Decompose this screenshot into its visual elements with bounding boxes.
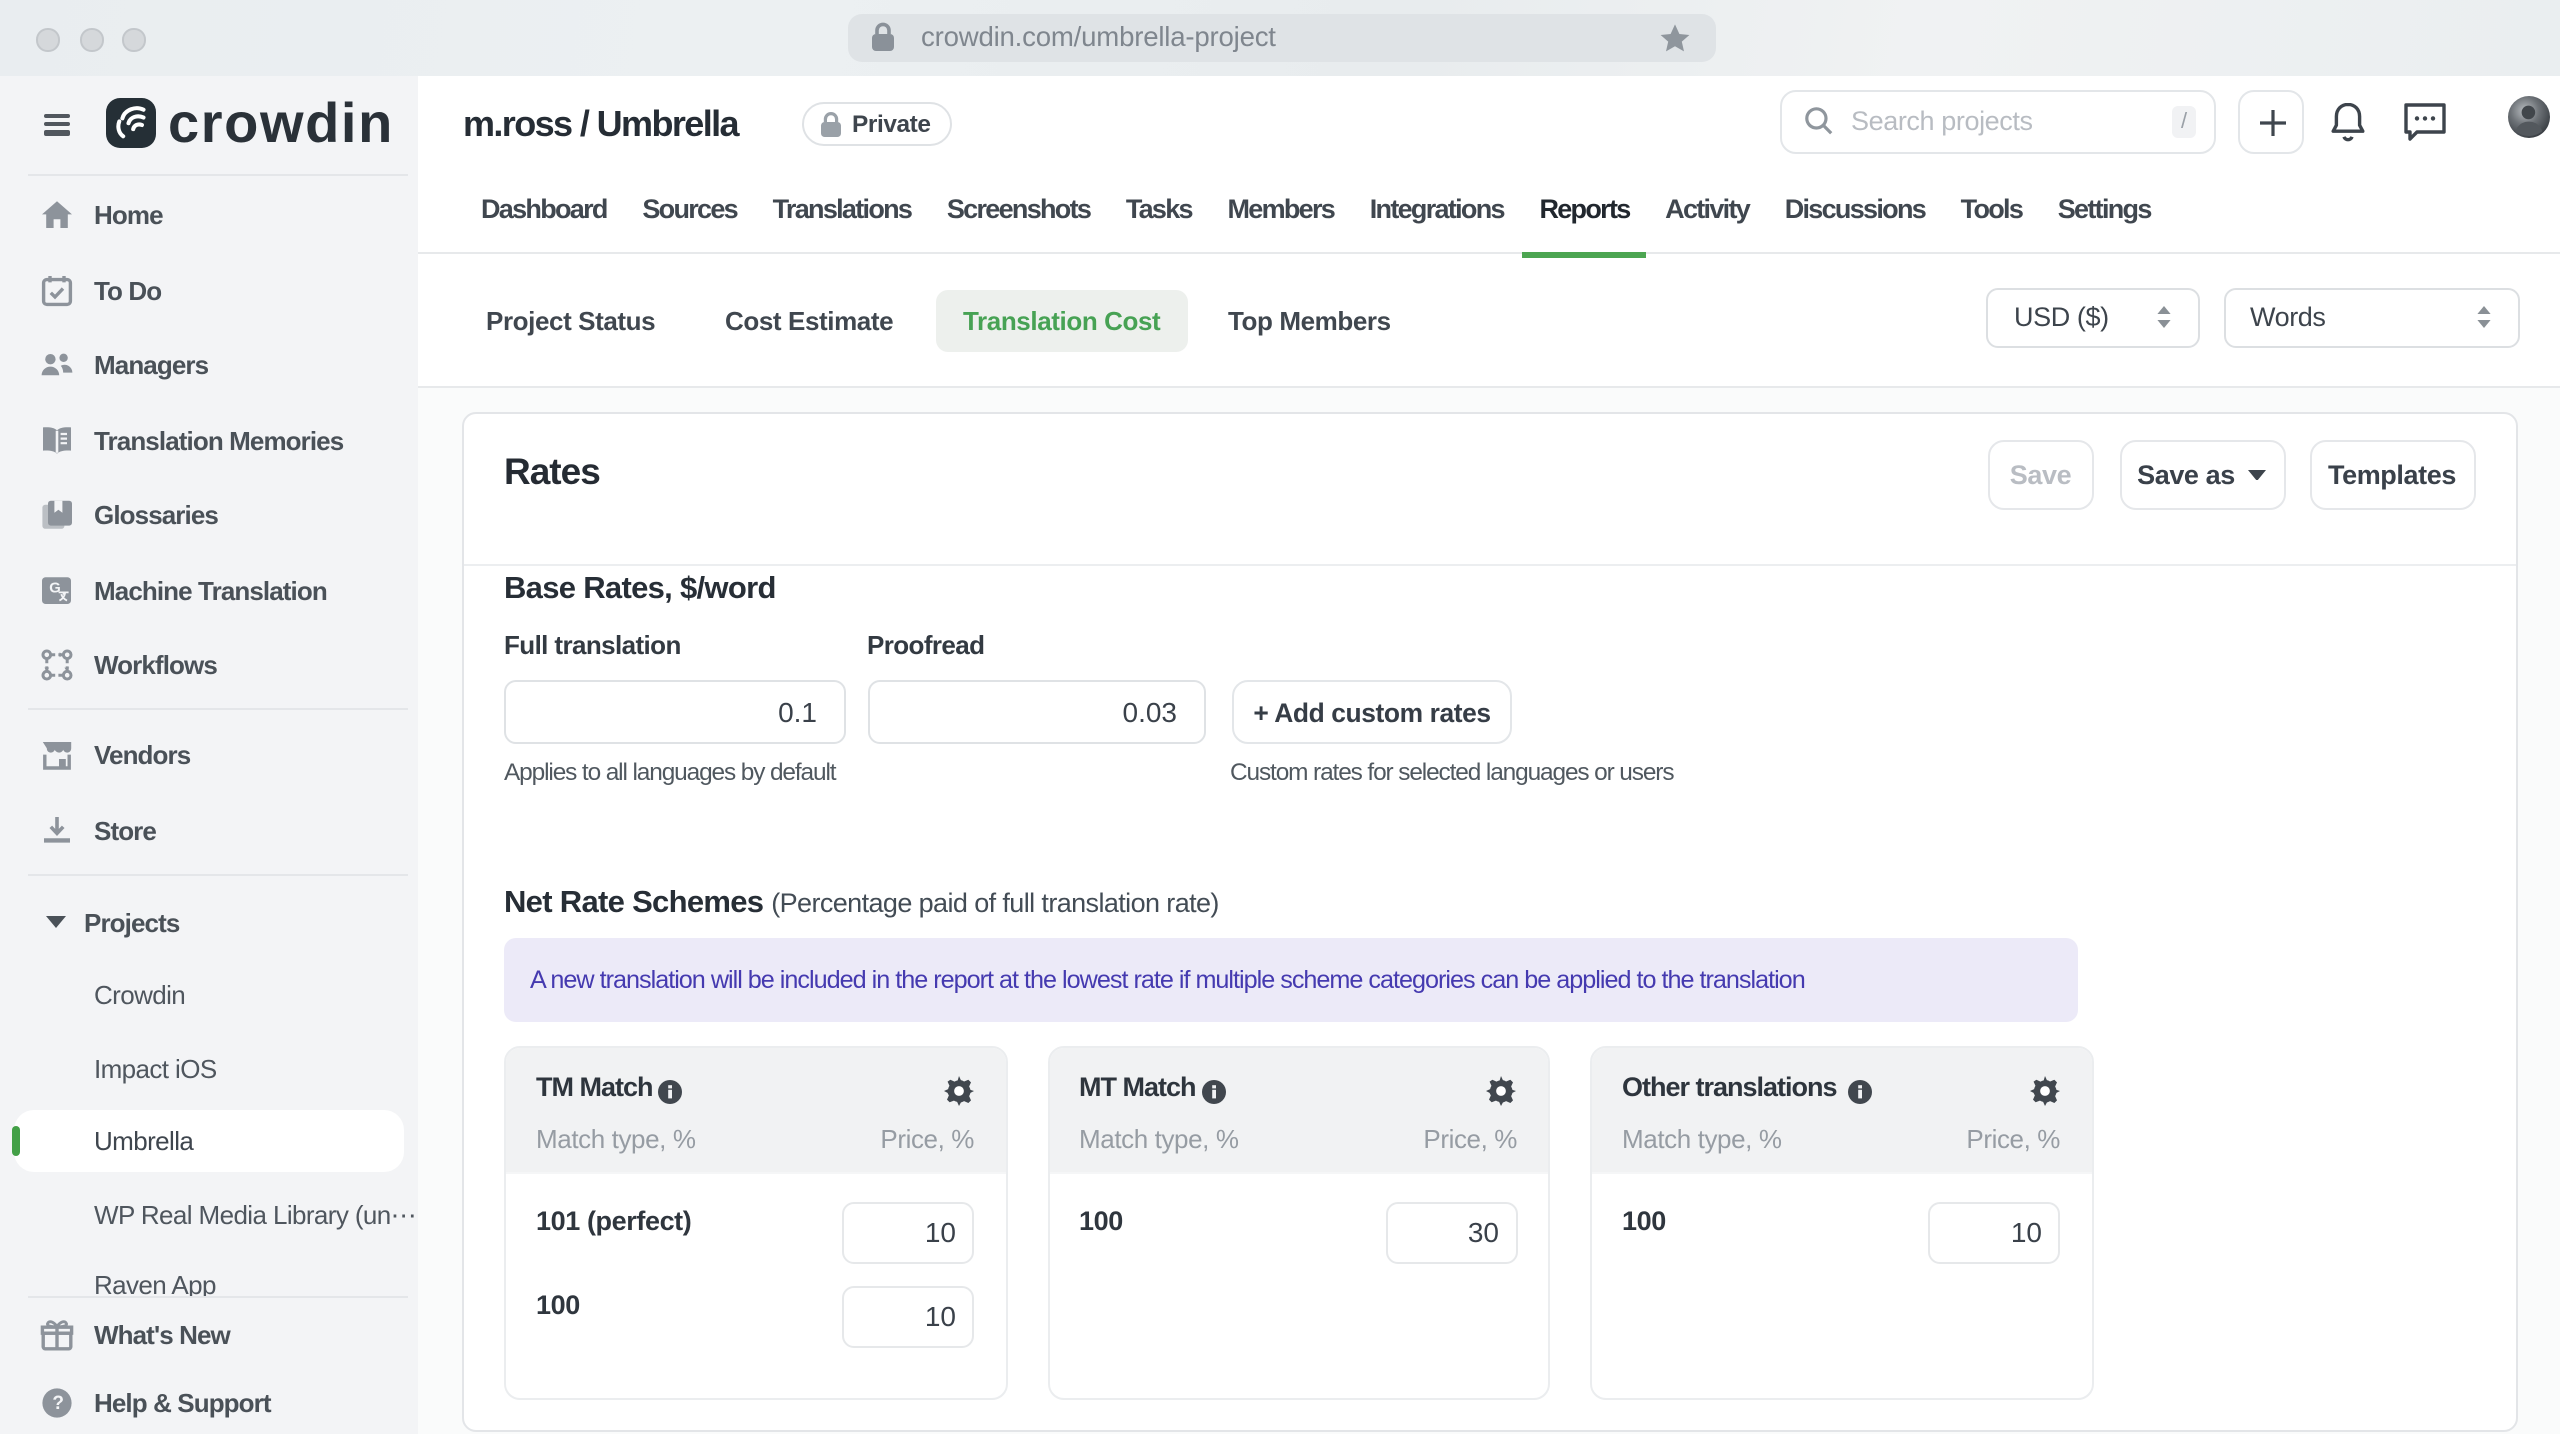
- svg-text:?: ?: [52, 1393, 64, 1414]
- svg-text:G: G: [49, 579, 61, 595]
